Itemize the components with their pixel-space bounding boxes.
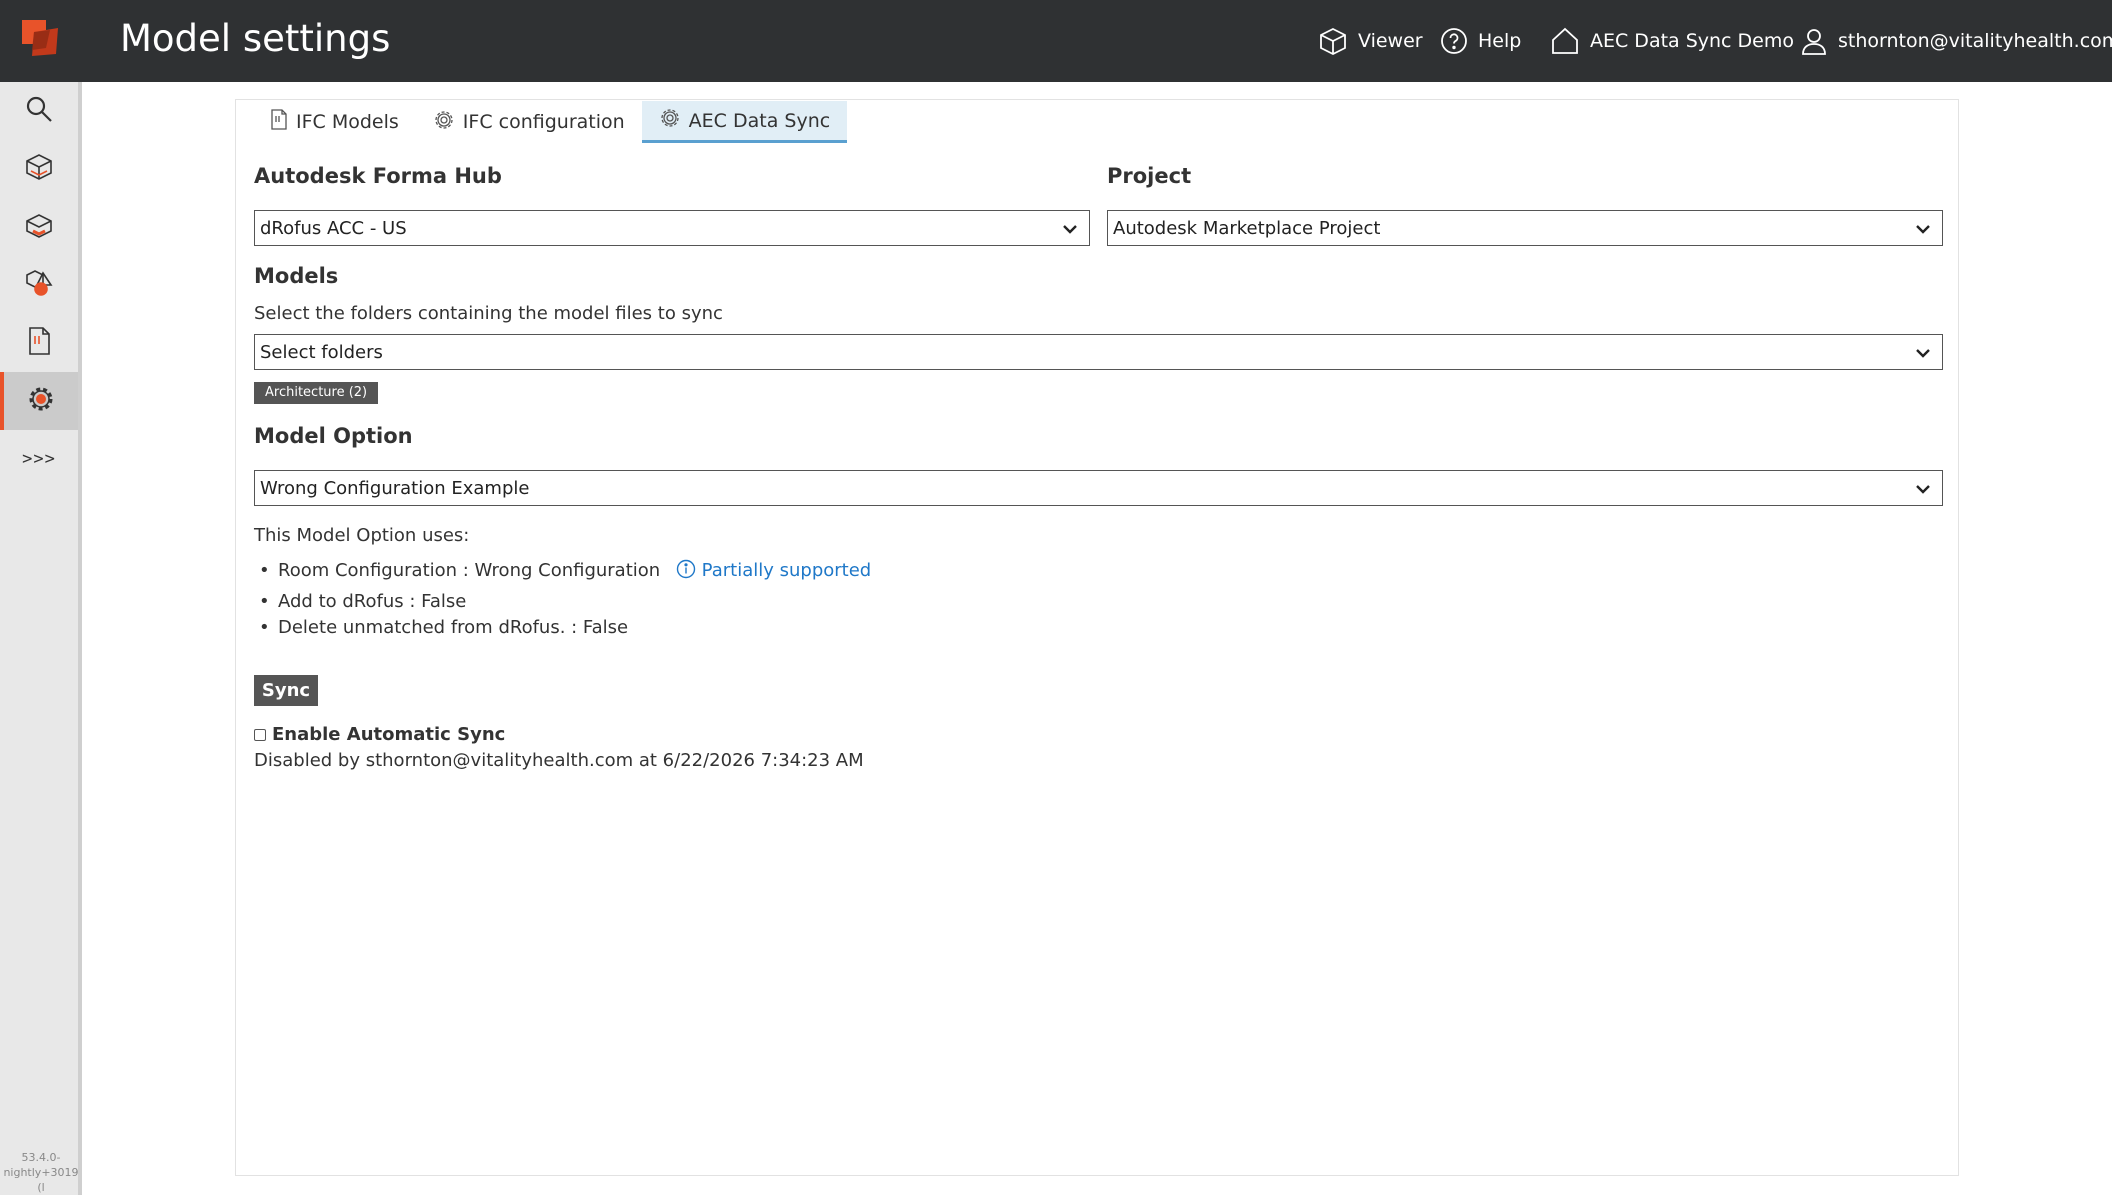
sidebar-item-settings[interactable] — [0, 372, 78, 430]
auto-sync-label[interactable]: Enable Automatic Sync — [272, 724, 505, 745]
folders-select[interactable]: Select folders — [254, 334, 1943, 370]
help-icon — [1440, 27, 1468, 55]
tab-ifc-models[interactable]: IFC Models — [253, 101, 416, 143]
project-select[interactable]: Autodesk Marketplace Project — [1107, 210, 1943, 246]
model-option-value: Wrong Configuration Example — [260, 477, 530, 499]
folders-placeholder: Select folders — [260, 341, 383, 363]
chevron-down-icon — [1061, 220, 1079, 243]
uses-list: Room Configuration : Wrong Configuration… — [252, 556, 871, 641]
top-header: Model settings Viewer Help AEC Data Sync… — [0, 0, 2112, 82]
models-label: Models — [254, 264, 339, 288]
ifc-file-icon — [25, 326, 53, 360]
tab-label: IFC Models — [296, 111, 399, 133]
tab-bar: IFC Models IFC configuration AEC Data Sy… — [253, 101, 848, 145]
version-line-1: 53.4.0- — [21, 1151, 61, 1164]
sidebar-item-model-edit[interactable] — [0, 198, 78, 256]
sidebar-item-search[interactable] — [0, 82, 78, 140]
hub-select[interactable]: dRofus ACC - US — [254, 210, 1090, 246]
expand-label: >>> — [22, 449, 56, 469]
viewer-label: Viewer — [1358, 30, 1423, 52]
sidebar: >>> 53.4.0- nightly+3019 (l — [0, 82, 82, 1195]
help-label: Help — [1478, 30, 1522, 52]
tab-aec-data-sync[interactable]: AEC Data Sync — [641, 101, 848, 143]
sidebar-item-shapes[interactable] — [0, 256, 78, 314]
app-logo[interactable] — [20, 18, 64, 62]
page-title: Model settings — [120, 17, 391, 60]
sidebar-item-ifc[interactable] — [0, 314, 78, 372]
project-label: Project — [1107, 164, 1192, 188]
sidebar-item-models[interactable] — [0, 140, 78, 198]
project-value: Autodesk Marketplace Project — [1113, 217, 1381, 239]
user-email: sthornton@vitalityhealth.com — [1838, 30, 2112, 52]
user-icon — [1800, 27, 1828, 55]
hub-value: dRofus ACC - US — [260, 217, 407, 239]
project-label: AEC Data Sync Demo — [1590, 30, 1794, 52]
tab-ifc-configuration[interactable]: IFC configuration — [416, 101, 642, 143]
list-item: Delete unmatched from dRofus. : False — [252, 615, 871, 641]
chevron-down-icon — [1914, 480, 1932, 503]
info-icon — [676, 559, 696, 589]
gear-icon — [433, 109, 455, 136]
sidebar-expand-button[interactable]: >>> — [0, 430, 78, 488]
uses-intro: This Model Option uses: — [254, 525, 470, 546]
partially-supported-label: Partially supported — [701, 560, 872, 581]
auto-sync-checkbox[interactable] — [254, 729, 266, 741]
shapes-icon — [23, 267, 55, 303]
search-icon — [24, 94, 54, 128]
chevron-down-icon — [1914, 344, 1932, 367]
sync-button[interactable]: Sync — [254, 675, 318, 706]
list-item: Add to dRofus : False — [252, 589, 871, 615]
chevron-down-icon — [1914, 220, 1932, 243]
help-link[interactable]: Help — [1440, 0, 1521, 82]
list-item: Room Configuration : Wrong Configuration… — [252, 556, 871, 589]
model-option-select[interactable]: Wrong Configuration Example — [254, 470, 1943, 506]
user-menu[interactable]: sthornton@vitalityhealth.com — [1800, 0, 2112, 82]
version-info: 53.4.0- nightly+3019 (l — [0, 1150, 82, 1195]
folder-chip[interactable]: Architecture (2) — [254, 382, 379, 404]
model-icon — [23, 151, 55, 187]
project-link[interactable]: AEC Data Sync Demo — [1550, 0, 1794, 82]
viewer-link[interactable]: Viewer — [1318, 0, 1423, 82]
model-option-label: Model Option — [254, 424, 413, 448]
tab-label: IFC configuration — [462, 111, 625, 133]
room-config-text: Room Configuration : Wrong Configuration — [278, 560, 661, 581]
settings-gear-icon — [26, 384, 56, 418]
gear-icon — [659, 107, 681, 134]
settings-panel: IFC Models IFC configuration AEC Data Sy… — [235, 99, 1959, 1176]
auto-sync-status: Disabled by sthornton@vitalityhealth.com… — [254, 750, 864, 771]
version-line-2: nightly+3019 (l — [3, 1166, 79, 1194]
home-icon — [1550, 26, 1580, 56]
partially-supported-link[interactable]: Partially supported — [676, 559, 872, 581]
models-help-text: Select the folders containing the model … — [254, 303, 723, 324]
ifc-file-icon — [270, 109, 288, 135]
model-edit-icon — [23, 209, 55, 245]
tab-label: AEC Data Sync — [688, 109, 831, 132]
cube-icon — [1318, 26, 1348, 56]
hub-label: Autodesk Forma Hub — [254, 164, 502, 188]
